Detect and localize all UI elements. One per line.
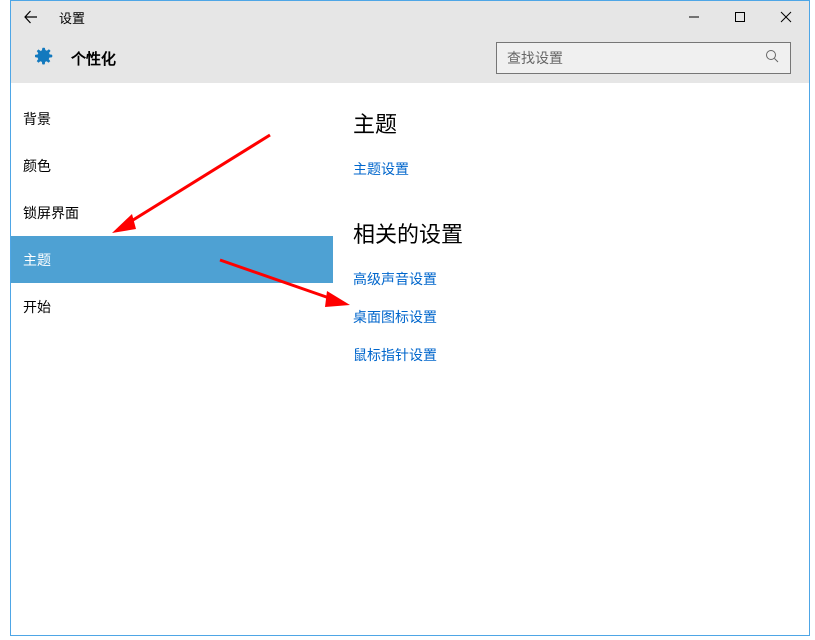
settings-window: 设置 个性化 查找设置 背 <box>10 0 810 636</box>
minimize-button[interactable] <box>671 1 717 33</box>
maximize-icon <box>734 11 746 23</box>
header-title: 个性化 <box>71 48 116 69</box>
sidebar-item-label: 主题 <box>23 250 51 270</box>
titlebar-left: 设置 <box>19 5 85 29</box>
sidebar-item-label: 开始 <box>23 297 51 317</box>
search-box[interactable]: 查找设置 <box>496 42 791 74</box>
header-left: 个性化 <box>31 44 116 73</box>
close-icon <box>780 11 792 23</box>
sidebar-item-start[interactable]: 开始 <box>11 283 333 330</box>
sidebar-item-background[interactable]: 背景 <box>11 95 333 142</box>
window-title: 设置 <box>59 8 85 27</box>
sidebar-item-lockscreen[interactable]: 锁屏界面 <box>11 189 333 236</box>
sidebar-item-label: 背景 <box>23 109 51 129</box>
link-theme-settings[interactable]: 主题设置 <box>353 159 789 179</box>
search-icon <box>764 48 780 69</box>
close-button[interactable] <box>763 1 809 33</box>
minimize-icon <box>688 11 700 23</box>
titlebar-right <box>671 1 809 33</box>
sidebar-item-label: 颜色 <box>23 156 51 176</box>
header: 个性化 查找设置 <box>11 33 809 83</box>
titlebar: 设置 <box>11 1 809 33</box>
sidebar-item-label: 锁屏界面 <box>23 203 79 223</box>
back-icon <box>23 9 39 25</box>
section-title-related: 相关的设置 <box>353 217 789 249</box>
back-button[interactable] <box>19 5 43 29</box>
main-panel: 主题 主题设置 相关的设置 高级声音设置 桌面图标设置 鼠标指针设置 <box>333 83 809 635</box>
sidebar: 背景 颜色 锁屏界面 主题 开始 <box>11 83 333 635</box>
link-advanced-sound[interactable]: 高级声音设置 <box>353 269 789 289</box>
link-desktop-icons[interactable]: 桌面图标设置 <box>353 307 789 327</box>
background-edge <box>0 0 10 640</box>
search-placeholder: 查找设置 <box>507 48 563 68</box>
sidebar-item-themes[interactable]: 主题 <box>11 236 333 283</box>
content: 背景 颜色 锁屏界面 主题 开始 主题 主题设置 相关的设置 高级声音设置 桌面… <box>11 83 809 635</box>
gear-icon <box>31 44 55 73</box>
link-mouse-pointer[interactable]: 鼠标指针设置 <box>353 345 789 365</box>
section-title-themes: 主题 <box>353 107 789 139</box>
maximize-button[interactable] <box>717 1 763 33</box>
sidebar-item-colors[interactable]: 颜色 <box>11 142 333 189</box>
